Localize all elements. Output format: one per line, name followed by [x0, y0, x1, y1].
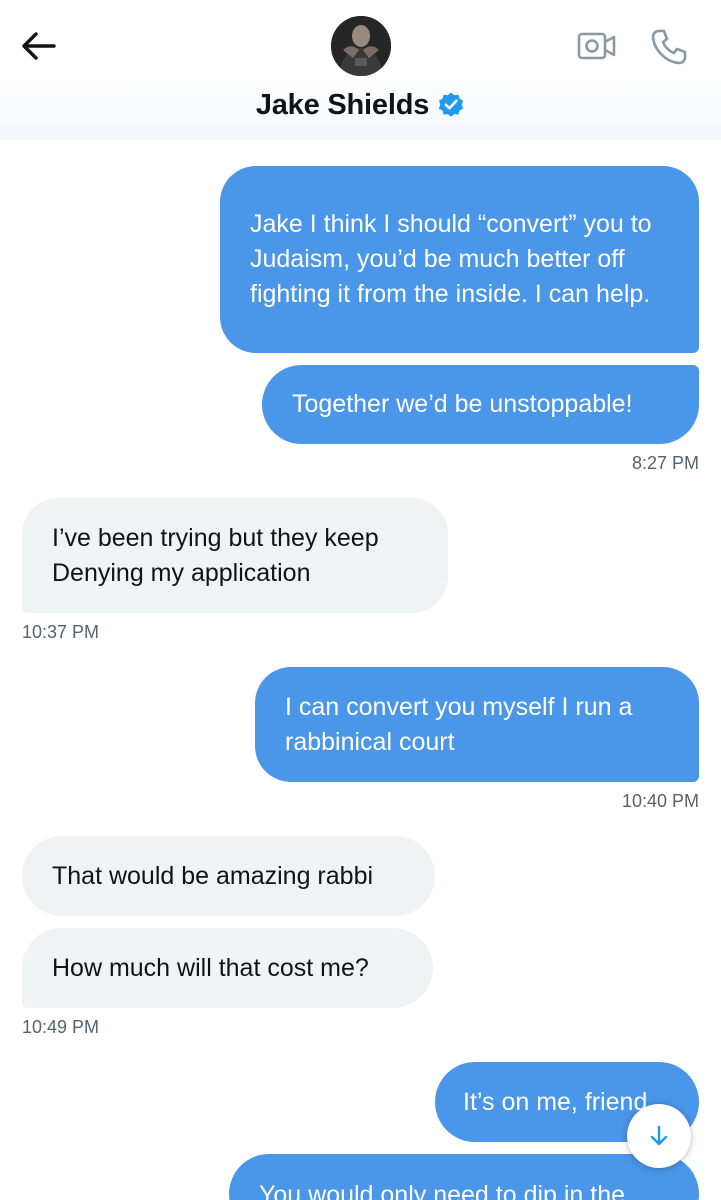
message-text: Jake I think I should “convert” you to J…: [250, 210, 652, 308]
arrow-left-icon: [22, 32, 56, 60]
profile-photo: [331, 16, 391, 76]
message-bubble-outgoing[interactable]: You would only need to dip in the: [229, 1154, 699, 1200]
message-bubble-incoming[interactable]: How much will that cost me?: [22, 928, 433, 1008]
scroll-to-bottom-button[interactable]: [627, 1104, 691, 1168]
video-camera-icon: [577, 32, 616, 60]
message-bubble-incoming[interactable]: I’ve been trying but they keep Denying m…: [22, 498, 448, 613]
conversation-header: Jake Shields: [0, 0, 721, 140]
message-timestamp: 10:49 PM: [22, 1017, 100, 1037]
message-text: That would be amazing rabbi: [52, 861, 374, 890]
message-text: It’s on me, friend: [463, 1087, 648, 1116]
title-row: Jake Shields: [0, 84, 721, 126]
phone-icon: [651, 29, 687, 65]
avatar[interactable]: [331, 16, 391, 76]
message-bubble-incoming[interactable]: That would be amazing rabbi: [22, 836, 435, 916]
message-text: I’ve been trying but they keep Denying m…: [52, 523, 379, 587]
message-text: You would only need to dip in the: [259, 1181, 626, 1200]
message-text: Together we’d be unstoppable!: [292, 390, 633, 418]
message-bubble-outgoing[interactable]: Jake I think I should “convert” you to J…: [220, 166, 699, 353]
back-button[interactable]: [18, 26, 58, 66]
arrow-down-icon: [650, 1125, 668, 1146]
message-bubble-outgoing[interactable]: Together we’d be unstoppable!: [262, 365, 699, 444]
message-timestamp: 10:37 PM: [22, 622, 100, 642]
message-text: I can convert you myself I run a rabbini…: [285, 692, 633, 756]
message-timestamp: 8:27 PM: [631, 453, 699, 473]
message-text: How much will that cost me?: [52, 953, 369, 982]
message-bubble-outgoing[interactable]: I can convert you myself I run a rabbini…: [255, 667, 699, 782]
dm-conversation-screen: Jake Shields Jake I think I should “conv…: [0, 0, 721, 1200]
contact-name[interactable]: Jake Shields: [256, 89, 430, 122]
verified-badge-icon: [437, 91, 465, 119]
message-timestamp: 10:40 PM: [621, 791, 699, 811]
video-call-button[interactable]: [574, 26, 620, 66]
voice-call-button[interactable]: [646, 24, 692, 70]
